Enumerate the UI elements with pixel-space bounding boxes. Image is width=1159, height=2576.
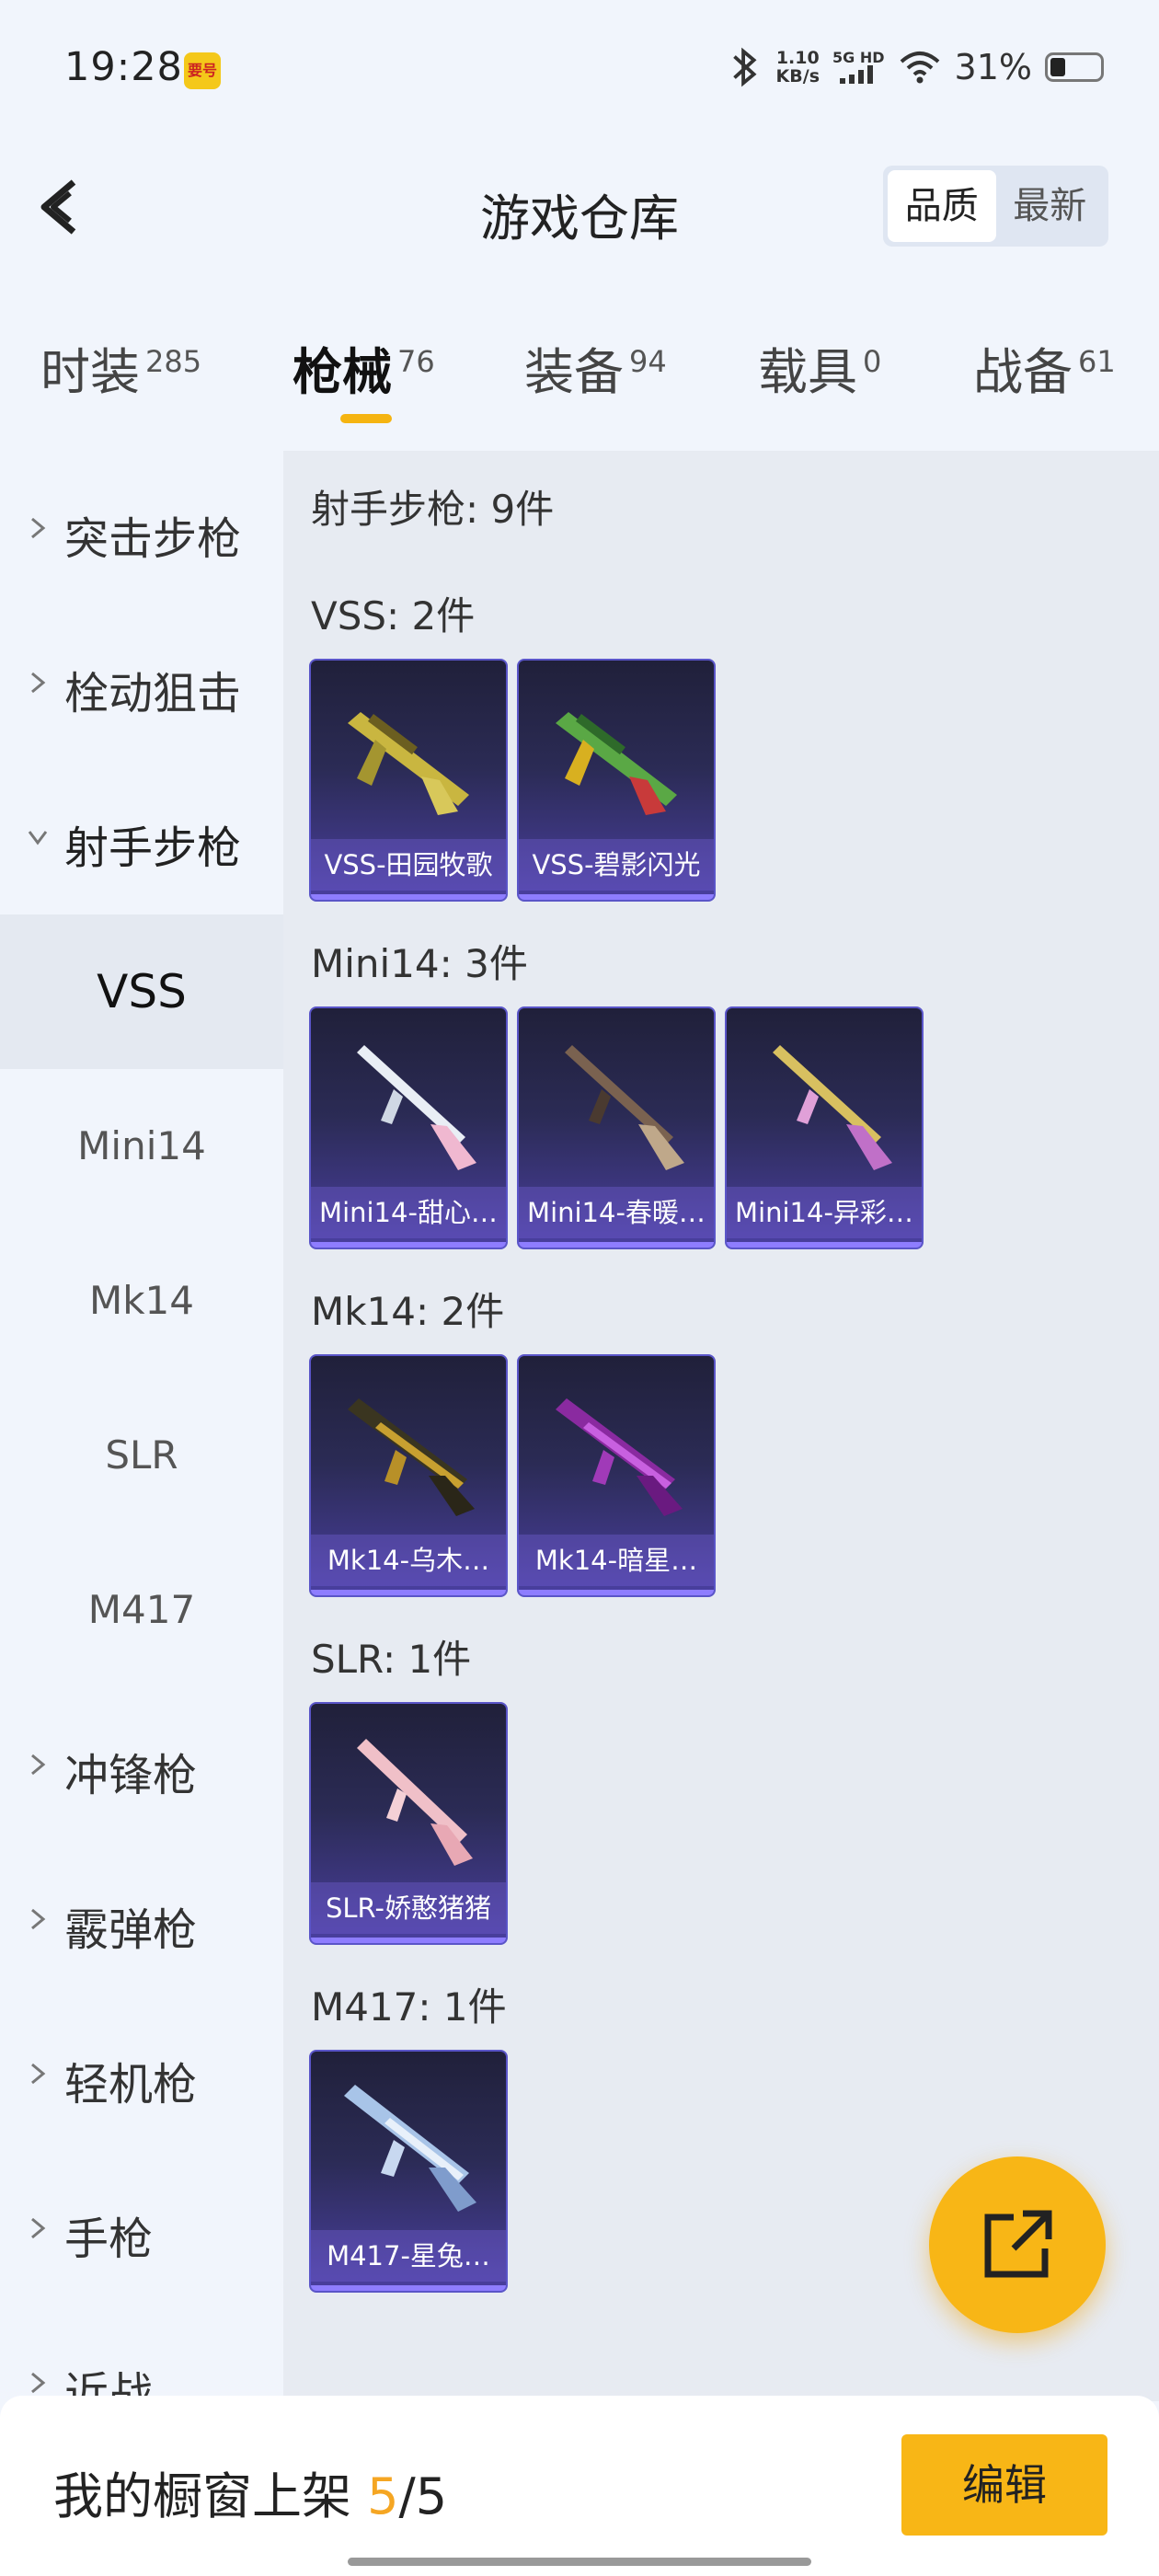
tab-supplies[interactable]: 战备 61 (973, 331, 1116, 404)
chevron-right-icon (31, 2372, 46, 2394)
item-card[interactable]: Mk14-暗星… (517, 1354, 716, 1597)
network-speed: 1.10 KB/s (776, 49, 820, 86)
bluetooth-icon (732, 47, 757, 87)
network-speed-unit: KB/s (775, 66, 820, 86)
sort-toggle[interactable]: 品质 最新 (883, 166, 1108, 247)
external-link-icon (984, 2210, 1052, 2278)
chevron-right-icon (31, 1908, 46, 1930)
active-tab-indicator (340, 414, 392, 423)
sidebar-category-shotgun[interactable]: 霰弹枪 (0, 1842, 283, 1996)
rifle-icon (556, 712, 677, 815)
item-card[interactable]: Mini14-甜心… (309, 1006, 508, 1249)
item-card[interactable]: VSS-田园牧歌 (309, 659, 508, 902)
rifle-icon (357, 1739, 473, 1866)
rifle-icon (556, 1398, 683, 1516)
home-indicator[interactable] (348, 2558, 811, 2566)
sidebar-subitem-vss[interactable]: VSS (0, 914, 283, 1069)
item-card[interactable]: Mini14-异彩… (725, 1006, 924, 1249)
sidebar-category-pistol[interactable]: 手枪 (0, 2151, 283, 2306)
sidebar-subitem-mini14[interactable]: Mini14 (0, 1069, 283, 1224)
group-title-vss: VSS: 2件 (311, 593, 476, 638)
group-title-mk14: Mk14: 2件 (311, 1289, 505, 1334)
item-card[interactable]: SLR-娇憨猪猪 (309, 1702, 508, 1945)
wifi-icon (900, 52, 939, 84)
tab-vehicles[interactable]: 载具 0 (758, 331, 881, 404)
chevron-down-icon (28, 831, 48, 845)
sidebar-category-assault-rifle[interactable]: 突击步枪 (0, 451, 283, 605)
status-indicators: 1.10 KB/s 5G HD 31% (727, 44, 1104, 90)
sort-newest-button[interactable]: 最新 (996, 170, 1105, 242)
status-bar: 19:28 要号 1.10 KB/s 5G HD 31% (0, 0, 1159, 138)
group-title-slr: SLR: 1件 (311, 1637, 472, 1682)
cellular-signal-icon: 5G HD (832, 51, 885, 84)
item-grid-panel: 射手步枪: 9件 VSS: 2件 VSS-田园牧歌 VSS-碧影闪光 Mini1… (283, 451, 1159, 2401)
sidebar-category-bolt-sniper[interactable]: 栓动狙击 (0, 605, 283, 760)
rifle-icon (348, 1398, 475, 1516)
item-card[interactable]: M417-星兔… (309, 2050, 508, 2293)
shelf-status: 我的橱窗上架 5/5 (53, 2467, 448, 2525)
sidebar-subitem-mk14[interactable]: Mk14 (0, 1224, 283, 1378)
rifle-icon (565, 1045, 684, 1170)
sort-quality-button[interactable]: 品质 (888, 170, 996, 242)
group-title-mini14: Mini14: 3件 (311, 941, 528, 986)
app-notification-icon: 要号 (184, 52, 221, 89)
sidebar-category-marksman-rifle[interactable]: 射手步枪 (0, 760, 283, 914)
rifle-icon (773, 1045, 892, 1170)
tab-equipment[interactable]: 装备 94 (524, 331, 667, 404)
sidebar-category-smg[interactable]: 冲锋枪 (0, 1687, 283, 1842)
signal-bars-icon (840, 65, 874, 84)
chevron-right-icon (31, 2217, 46, 2239)
network-speed-value: 1.10 (775, 48, 820, 68)
status-time: 19:28 (64, 44, 183, 90)
sidebar-subitem-m417[interactable]: M417 (0, 1533, 283, 1687)
chevron-right-icon (31, 2063, 46, 2085)
sidebar-category-lmg[interactable]: 轻机枪 (0, 1996, 283, 2151)
bottom-bar: 我的橱窗上架 5/5 编辑 (0, 2396, 1159, 2576)
sidebar: 突击步枪 栓动狙击 射手步枪 VSS Mini14 Mk14 SLR M417 … (0, 451, 283, 2401)
item-card[interactable]: Mk14-乌木… (309, 1354, 508, 1597)
tab-firearms[interactable]: 枪械 76 (293, 331, 435, 404)
edit-button[interactable]: 编辑 (901, 2434, 1107, 2536)
tab-fashion[interactable]: 时装 285 (40, 331, 201, 404)
category-tabs: 时装 285 枪械 76 装备 94 载具 0 战备 61 (0, 313, 1159, 442)
rifle-icon (357, 1045, 476, 1170)
share-fab-button[interactable] (929, 2156, 1106, 2333)
group-title-m417: M417: 1件 (311, 1984, 507, 2030)
header: 游戏仓库 品质 最新 (0, 138, 1159, 276)
item-card[interactable]: Mini14-春暖… (517, 1006, 716, 1249)
battery-icon (1045, 52, 1104, 82)
battery-percent: 31% (954, 47, 1032, 87)
category-summary: 射手步枪: 9件 (311, 487, 555, 532)
item-card[interactable]: VSS-碧影闪光 (517, 659, 716, 902)
sidebar-subitem-slr[interactable]: SLR (0, 1378, 283, 1533)
chevron-right-icon (31, 517, 46, 539)
rifle-icon (348, 712, 469, 815)
sidebar-category-melee[interactable]: 近战 (0, 2306, 283, 2401)
chevron-right-icon (31, 672, 46, 694)
chevron-right-icon (31, 1754, 46, 1776)
rifle-icon (344, 2085, 476, 2212)
